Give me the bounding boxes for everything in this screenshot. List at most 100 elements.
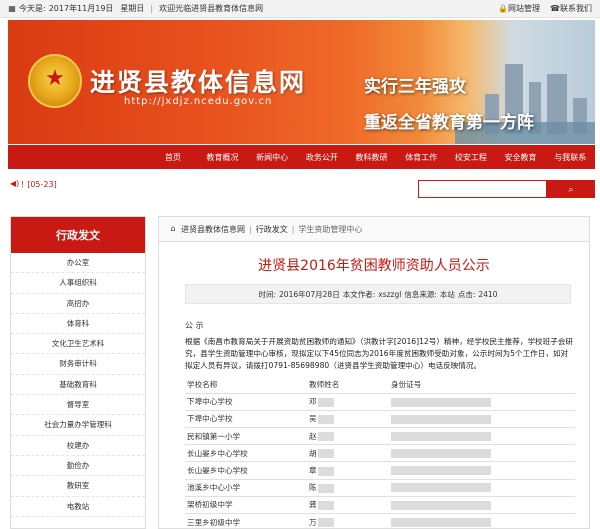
sidebar-item-work-study[interactable]: 勤俭办: [11, 456, 145, 477]
speaker-icon: ◀): [10, 179, 20, 188]
article-meta: 时间: 2016年07月28日 本文作者: xszzgl 信息来源: 本站 点击…: [185, 284, 571, 304]
nav-government-affairs[interactable]: 政务公开: [297, 152, 347, 163]
site-url: http://jxdjz.ncedu.gov.cn: [124, 96, 273, 107]
teacher-surname: 陈: [309, 483, 317, 493]
sidebar-item-supervision[interactable]: 督导室: [11, 395, 145, 416]
breadcrumb: ⌂ 进贤县教体信息网 | 行政发文 | 学生资助管理中心: [159, 217, 589, 242]
nav-education-overview[interactable]: 教育概况: [198, 152, 248, 163]
school-cell: 下埠中心学校: [185, 410, 307, 429]
sidebar-item-sports[interactable]: 体育科: [11, 314, 145, 335]
redacted-block: [391, 483, 491, 493]
school-cell: 下埠中心学校: [185, 393, 307, 411]
sidebar-item-audio-visual[interactable]: 电教站: [11, 497, 145, 517]
redacted-block: [317, 466, 334, 476]
nav-home[interactable]: 首页: [148, 152, 198, 163]
slogan-line-1: 实行三年强攻: [364, 77, 466, 97]
search-button[interactable]: ⌕: [547, 180, 595, 198]
nav-school-safety-project[interactable]: 校安工程: [446, 152, 496, 163]
id-number-cell: [389, 461, 575, 480]
slogan-line-2: 重返全省教育第一方阵: [364, 113, 534, 133]
redacted-block: [391, 466, 491, 476]
teacher-name-cell: 章: [307, 461, 389, 480]
main-content: ⌂ 进贤县教体信息网 | 行政发文 | 学生资助管理中心 进贤县2016年贫困教…: [158, 216, 590, 529]
contact-us-link[interactable]: ☎ 联系我们: [550, 3, 592, 14]
id-number-cell: [389, 444, 575, 463]
redacted-block: [391, 449, 491, 459]
article-title: 进贤县2016年贫困教师资助人员公示: [258, 258, 490, 274]
article-body: 根据《南昌市教育局关于开展资助贫困教师的通知》（洪教计字[2016]12号）精神…: [185, 337, 574, 370]
sidebar-item-admissions[interactable]: 高招办: [11, 294, 145, 314]
breadcrumb-home[interactable]: 进贤县教体信息网: [181, 224, 245, 235]
top-bar: ▦ 今天是: 2017年11月19日 星期日 | 欢迎光临进贤县教育体信息网 🔒…: [0, 0, 600, 18]
weekday: 星期日: [120, 4, 145, 13]
school-cell: 长山晏乡中心学校: [185, 444, 307, 463]
sidebar-item-office[interactable]: 办公室: [11, 253, 145, 274]
redacted-block: [317, 414, 334, 424]
nav-sports-work[interactable]: 体育工作: [396, 152, 446, 163]
meta-author: xszzgl: [378, 289, 402, 299]
teacher-surname: 吴: [309, 414, 317, 424]
redacted-block: [391, 431, 491, 441]
breadcrumb-current[interactable]: 学生资助管理中心: [298, 224, 362, 235]
nav-teaching-research[interactable]: 教科教研: [347, 152, 397, 163]
school-cell: 架桥初级中学: [185, 496, 307, 515]
sidebar-item-teaching-research[interactable]: 教研室: [11, 476, 145, 497]
nav-news-center[interactable]: 新闻中心: [247, 152, 297, 163]
sidebar-item-basic-education[interactable]: 基础教育科: [11, 375, 145, 396]
table-row: 民和镇第一小学赵: [185, 427, 575, 446]
redacted-block: [317, 518, 334, 528]
teacher-name-cell: 赵: [307, 427, 389, 446]
teacher-surname: 赵: [309, 431, 317, 441]
meta-source-label: 信息来源:: [404, 289, 437, 299]
sidebar-item-school-construction[interactable]: 校建办: [11, 436, 145, 456]
sidebar-heading: 行政发文: [11, 217, 145, 253]
sidebar-item-finance-audit[interactable]: 财务审计科: [11, 354, 145, 375]
sidebar-item-private-schools[interactable]: 社会力量办学管理科: [11, 415, 145, 436]
notice-text: !: [21, 180, 25, 189]
teacher-surname: 龚: [309, 500, 317, 510]
meta-clicks: 2410: [478, 289, 498, 299]
meta-clicks-label: 点击:: [457, 289, 476, 299]
redacted-block: [391, 397, 491, 407]
teacher-name-cell: 胡: [307, 444, 389, 463]
national-emblem-logo: [28, 54, 82, 108]
lock-icon: 🔒: [498, 3, 508, 13]
nav-safety-education[interactable]: 安全教育: [496, 152, 546, 163]
teacher-name-cell: 龚: [307, 496, 389, 515]
date-bar: ▦ 今天是: 2017年11月19日 星期日 | 欢迎光临进贤县教育体信息网: [8, 3, 263, 14]
redacted-block: [317, 483, 334, 493]
sidebar: 行政发文 办公室 人事组织科 高招办 体育科 文化卫生艺术科 财务审计科 基础教…: [10, 216, 146, 529]
table-row: 长山晏乡中心学校章: [185, 461, 575, 480]
teacher-name-cell: 吴: [307, 410, 389, 429]
notice-ticker[interactable]: ◀) ! [05-23]: [10, 179, 57, 190]
breadcrumb-level1[interactable]: 行政发文: [256, 224, 288, 235]
table-row: 下埠中心学校吴: [185, 410, 575, 429]
id-number-cell: [389, 427, 575, 446]
sidebar-item-personnel[interactable]: 人事组织科: [11, 273, 145, 294]
redacted-block: [317, 500, 334, 510]
school-cell: 民和镇第一小学: [185, 427, 307, 446]
nav-contact[interactable]: 与我联系: [545, 152, 595, 163]
teacher-name-cell: 万: [307, 513, 389, 528]
column-header-id-number: 身份证号: [389, 376, 575, 394]
sidebar-item-culture-health-art[interactable]: 文化卫生艺术科: [11, 334, 145, 355]
redacted-block: [391, 517, 491, 527]
id-number-cell: [389, 410, 575, 429]
table-row: 架桥初级中学龚: [185, 496, 575, 515]
teacher-table: 学校名称 教师姓名 身份证号 下埠中心学校邓 下埠中心学校吴 民和镇第一小学赵 …: [185, 376, 575, 528]
home-icon: ⌂: [170, 224, 176, 233]
teacher-surname: 邓: [309, 397, 317, 407]
search-bar: ⌕: [418, 180, 595, 198]
id-number-cell: [389, 496, 575, 515]
breadcrumb-separator: |: [291, 224, 295, 234]
column-header-teacher-name: 教师姓名: [307, 376, 389, 394]
site-admin-label: 网站管理: [508, 4, 540, 13]
search-input[interactable]: [418, 180, 547, 198]
id-number-cell: [389, 479, 575, 497]
teacher-name-cell: 陈: [307, 479, 389, 497]
id-number-cell: [389, 393, 575, 411]
breadcrumb-separator: |: [249, 224, 252, 234]
main-nav: 首页 教育概况 新闻中心 政务公开 教科教研 体育工作 校安工程 安全教育 与我…: [8, 145, 595, 169]
header-banner: 进贤县教体信息网 http://jxdjz.ncedu.gov.cn 实行三年强…: [8, 20, 595, 144]
site-admin-link[interactable]: 🔒 网站管理: [498, 3, 540, 14]
